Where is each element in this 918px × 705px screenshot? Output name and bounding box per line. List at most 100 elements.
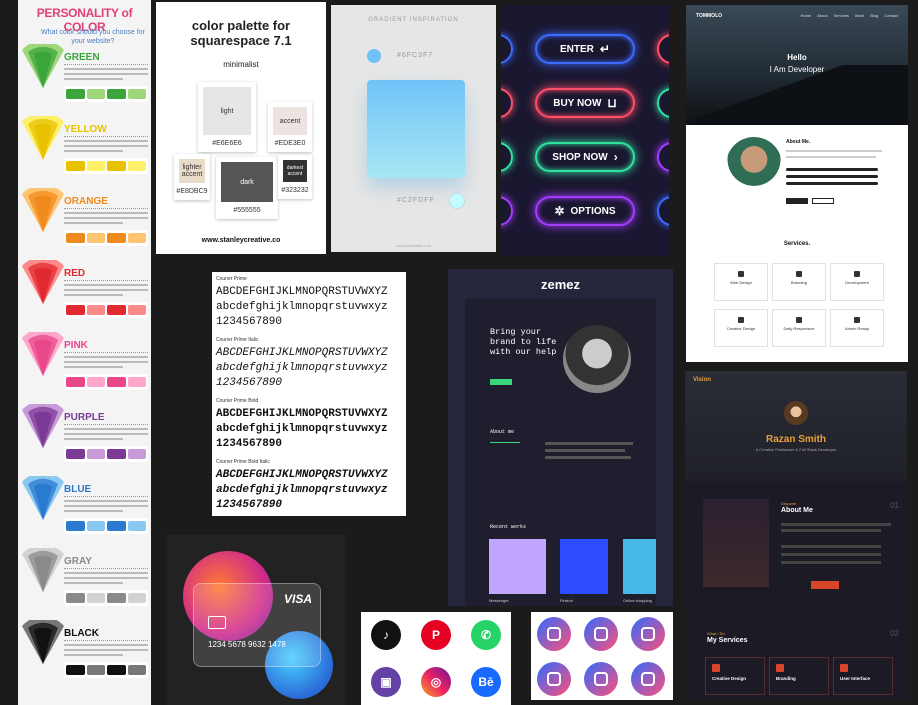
neon-button-edge[interactable] (501, 88, 513, 118)
razan-portrait (703, 499, 769, 587)
neon-button-options[interactable]: ✲ OPTIONS (535, 196, 635, 226)
brand-logo (127, 377, 146, 387)
service-icon (712, 664, 720, 672)
color-name: RED (64, 268, 86, 279)
brand-logos (64, 302, 148, 318)
zemez-work-card[interactable] (560, 539, 608, 594)
neon-button-enter[interactable]: ENTER ↵ (535, 34, 635, 64)
color-fan-icon (22, 188, 64, 232)
color-fan-icon (22, 260, 64, 304)
service-icon (796, 317, 802, 323)
brand-logo (66, 89, 85, 99)
neon-button-edge[interactable] (657, 142, 669, 172)
neon-button-edge[interactable] (657, 196, 669, 226)
developer-site-pin[interactable]: TOMMOLO Home About Services Work Blog Co… (686, 5, 908, 362)
razan-service-card[interactable]: User Interface (833, 657, 893, 695)
dev-nav-blog[interactable]: Blog (870, 13, 878, 18)
brand-logo (127, 665, 146, 675)
neon-button-buy-now[interactable]: BUY NOW ⊔ (535, 88, 635, 118)
zemez-work-card[interactable] (489, 539, 546, 594)
instagram-icon[interactable]: ◎ (421, 667, 451, 697)
gradient-inspiration-pin[interactable]: GRADIENT INSPIRATION #6FC3F7 #C2FDFF www… (331, 5, 496, 252)
zemez-work-card[interactable] (623, 539, 656, 594)
twitch-icon[interactable]: ▣ (371, 667, 401, 697)
color-row-black: BLACK (20, 620, 150, 686)
neon-button-edge[interactable] (501, 34, 513, 64)
neon-button-shop-now[interactable]: SHOP NOW › (535, 142, 635, 172)
dev-portrait (726, 137, 782, 193)
personality-of-color-pin[interactable]: PERSONALITY of COLOR What color should y… (18, 0, 151, 705)
dev-about-line (786, 150, 882, 152)
dev-service-card[interactable]: Branding (772, 263, 826, 301)
brand-logo (127, 305, 146, 315)
dev-nav-contact[interactable]: Contact (884, 13, 898, 18)
behance-icon[interactable]: Bē (471, 667, 501, 697)
card-number: 1234 5678 9632 1478 (208, 640, 286, 649)
razan-service-card[interactable]: Branding (769, 657, 829, 695)
neon-button-edge[interactable] (657, 88, 669, 118)
swatch-accent: accent #EDE3E0 (268, 102, 312, 152)
brand-logo (107, 593, 126, 603)
specimen-lower: abcdefghijklmnopqrstuvwxyz (216, 423, 388, 435)
settings-icon[interactable] (584, 662, 618, 696)
zemez-logo: zemez (540, 277, 581, 292)
neon-buttons-pin[interactable]: ENTER ↵ BUY NOW ⊔ SHOP NOW › ✲ OPTIONS (501, 5, 669, 256)
service-icon (738, 317, 744, 323)
swatch-dark-label: dark (221, 162, 273, 202)
color-description (64, 640, 148, 657)
zemez-headline: Bring your brand to life with our help (490, 327, 557, 357)
razan-services-heading: My Services (707, 637, 748, 644)
neon-button-edge[interactable] (657, 34, 669, 64)
service-label: Web Design (730, 280, 752, 285)
color-description (64, 424, 148, 441)
pinterest-icon[interactable]: P (421, 620, 451, 650)
gradient-icons-pin[interactable] (531, 612, 673, 700)
dev-cta-button[interactable] (786, 198, 808, 204)
dev-service-card[interactable]: Admin Ready (830, 309, 884, 347)
neon-button-label: BUY NOW (553, 97, 602, 109)
zemez-pin[interactable]: zemez Bring your brand to life with our … (448, 269, 673, 606)
courier-prime-pin[interactable]: Courier Prime ABCDEFGHIJKLMNOPQRSTUVWXYZ a… (212, 272, 406, 516)
dev-nav-home[interactable]: Home (800, 13, 811, 18)
color-description (64, 280, 148, 297)
color-row-red: RED (20, 260, 150, 326)
palette-heading: color palette for squarespace 7.1 (190, 18, 292, 48)
neon-button-edge[interactable] (501, 196, 513, 226)
dev-secondary-button[interactable] (812, 198, 834, 204)
browser-icon[interactable] (631, 662, 665, 696)
dev-service-card[interactable]: Creative Design (714, 309, 768, 347)
dev-nav-about[interactable]: About (817, 13, 827, 18)
color-description (64, 64, 148, 81)
color-palette-pin[interactable]: color palette for squarespace 7.1 minima… (156, 2, 326, 254)
brand-logos (64, 590, 148, 606)
globe-icon[interactable] (537, 617, 571, 651)
swatch-accent-label: accent (273, 107, 307, 135)
dev-nav-services[interactable]: Services (834, 13, 849, 18)
visa-card-pin[interactable]: VISA 1234 5678 9632 1478 (167, 535, 345, 705)
razan-smith-pin[interactable]: Vision Razan Smith A Creative Freelancer… (685, 371, 907, 701)
color-description (64, 208, 148, 225)
tiktok-icon[interactable]: ♪ (371, 620, 401, 650)
zemez-cta-button[interactable] (490, 379, 512, 385)
lock-icon[interactable] (584, 617, 618, 651)
brand-logo (107, 305, 126, 315)
swatch-light-label: light (203, 87, 251, 135)
http-icon[interactable] (631, 617, 665, 651)
dev-nav-work[interactable]: Work (855, 13, 864, 18)
dev-service-card[interactable]: Web Design (714, 263, 768, 301)
dev-service-card[interactable]: Daily Responsive (772, 309, 826, 347)
whatsapp-icon[interactable]: ✆ (471, 620, 501, 650)
color-fan-icon (22, 476, 64, 520)
social-icons-pin[interactable]: ♪ P ✆ ▣ ◎ Bē (361, 612, 511, 705)
specimen-lower: abcdefghijklmnopqrstuvwxyz (216, 301, 388, 313)
color-row-orange: ORANGE (20, 188, 150, 254)
color-fan-icon (22, 620, 64, 664)
swatch-lighter-accent: lighter accent #E8DBC9 (174, 154, 210, 200)
razan-service-card[interactable]: Creative Design (705, 657, 765, 695)
dev-service-card[interactable]: Development (830, 263, 884, 301)
stopwatch-icon[interactable] (537, 662, 571, 696)
neon-button-edge[interactable] (501, 142, 513, 172)
specimen-digits: 1234567890 (216, 316, 283, 328)
razan-cta-button[interactable] (811, 581, 839, 589)
brand-logo (86, 233, 105, 243)
